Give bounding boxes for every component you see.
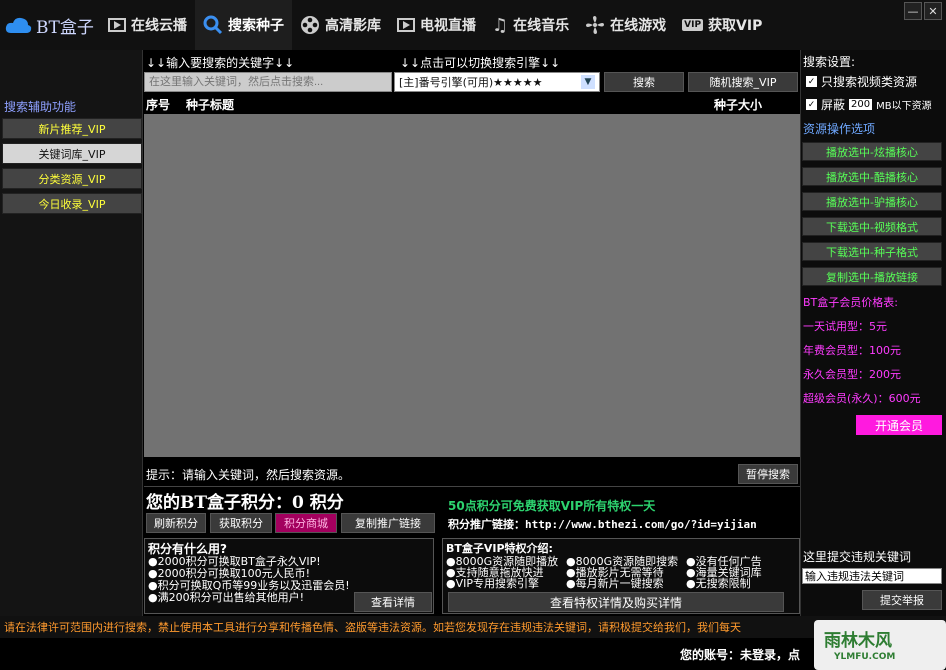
nav-cloud-play[interactable]: 在线云播 [100, 0, 195, 50]
play-xuanbo-button[interactable]: 播放选中-炫播核心 [802, 142, 942, 161]
cloud-icon [5, 17, 32, 33]
search-hint-left: ↓↓输入要搜索的关键字↓↓ [146, 56, 295, 70]
film-reel-icon [301, 16, 319, 34]
play-icon [108, 18, 126, 32]
music-icon: ♫ [492, 14, 509, 36]
keyword-library-button[interactable]: 关键词库_VIP [2, 143, 142, 164]
left-panel-title: 搜索辅助功能 [4, 100, 77, 114]
option-video-only[interactable]: ✓ 只搜索视频类资源 [806, 73, 917, 90]
today-collected-button[interactable]: 今日收录_VIP [2, 193, 142, 214]
vip-icon: VIP [682, 19, 704, 31]
refresh-points-button[interactable]: 刷新积分 [146, 513, 206, 533]
vip-info-grid: ●8000G资源随即播放 ●8000G资源随即搜索 ●没有任何广告 ●支持随意拖… [446, 555, 762, 590]
promo-link: 积分推广链接：http://www.bthezi.com/go/?id=yiji… [448, 518, 757, 531]
main-nav: 在线云播 搜索种子 高清影库 电视直播 ♫ 在线音乐 在线游戏 VIP 获取VIP [100, 0, 770, 50]
search-icon [203, 15, 223, 35]
col-index: 序号 [146, 97, 171, 112]
price-item: 一天试用型：5元 [803, 320, 887, 333]
points-label: 您的BT盒子积分：0 积分 [146, 493, 344, 513]
settings-title: 搜索设置: [803, 55, 856, 69]
open-membership-button[interactable]: 开通会员 [856, 415, 942, 435]
tv-icon [397, 18, 415, 32]
checkbox-icon[interactable]: ✓ [806, 99, 817, 110]
copy-promo-link-button[interactable]: 复制推广链接 [341, 513, 435, 533]
vip-details-button[interactable]: 查看特权详情及购买详情 [448, 592, 784, 612]
nav-hd-library[interactable]: 高清影库 [292, 0, 389, 50]
minimize-button[interactable]: — [904, 2, 922, 20]
table-header: 序号 种子标题 种子大小 [144, 94, 800, 114]
status-hint: 提示：请输入关键词，然后搜索资源。 [146, 468, 351, 482]
results-table[interactable]: 序号 种子标题 种子大小 [144, 94, 800, 457]
new-films-button[interactable]: 新片推荐_VIP [2, 118, 142, 139]
download-seed-button[interactable]: 下载选中-种子格式 [802, 242, 942, 261]
watermark-url: YLMFU.COM [834, 652, 896, 662]
option-block-size[interactable]: ✓ 屏蔽 200 MB以下资源 [806, 96, 932, 113]
nav-online-music[interactable]: ♫ 在线音乐 [484, 0, 577, 50]
watermark-text: 雨林木风 [824, 631, 892, 651]
nav-search-seed[interactable]: 搜索种子 [195, 0, 292, 50]
account-status[interactable]: 您的账号：未登录，点 [680, 646, 800, 663]
search-button[interactable]: 搜索 [604, 72, 684, 92]
points-info-list: ●2000积分可换取BT盒子永久VIP! ●2000积分可换取100元人民币! … [148, 555, 350, 604]
points-promo: 50点积分可免费获取VIP所有特权一天 [448, 499, 656, 513]
play-kubo-button[interactable]: 播放选中-酷播核心 [802, 167, 942, 186]
size-threshold-input[interactable]: 200 [849, 99, 873, 110]
nav-tv-live[interactable]: 电视直播 [389, 0, 484, 50]
price-title: BT盒子会员价格表: [803, 296, 898, 309]
play-lvbo-button[interactable]: 播放选中-驴播核心 [802, 192, 942, 211]
col-size: 种子大小 [714, 97, 763, 112]
nav-get-vip[interactable]: VIP 获取VIP [674, 0, 770, 50]
price-item: 超级会员(永久)：600元 [803, 392, 921, 405]
report-input[interactable] [802, 568, 942, 584]
watermark: 雨林木风 YLMFU.COM [814, 620, 946, 670]
footer-notice: 请在法律许可范围内进行搜索，禁止使用本工具进行分享和传播色情、盗版等违法资源。如… [0, 616, 946, 638]
col-title: 种子标题 [186, 97, 235, 112]
divider [144, 486, 800, 487]
engine-select[interactable]: [主]番号引擎(可用)★★★★★ ▼ [394, 72, 600, 92]
view-details-button[interactable]: 查看详情 [354, 592, 432, 612]
download-video-button[interactable]: 下载选中-视频格式 [802, 217, 942, 236]
search-input[interactable] [144, 72, 392, 92]
points-mall-button[interactable]: 积分商城 [275, 513, 337, 533]
app-logo: BT盒子 [4, 8, 94, 42]
price-item: 年费会员型：100元 [803, 344, 901, 357]
window-controls: — ✕ [904, 2, 942, 20]
checkbox-icon[interactable]: ✓ [806, 76, 817, 87]
price-item: 永久会员型：200元 [803, 368, 901, 381]
random-search-button[interactable]: 随机搜索_VIP [688, 72, 798, 92]
fan-icon [586, 16, 605, 34]
chevron-down-icon: ▼ [581, 75, 595, 89]
logo-text: BT盒子 [36, 17, 94, 38]
submit-report-button[interactable]: 提交举报 [862, 590, 942, 610]
category-resources-button[interactable]: 分类资源_VIP [2, 168, 142, 189]
close-button[interactable]: ✕ [924, 2, 942, 20]
ops-title: 资源操作选项 [803, 122, 876, 136]
copy-link-button[interactable]: 复制选中-播放链接 [802, 267, 942, 286]
nav-online-games[interactable]: 在线游戏 [577, 0, 674, 50]
get-points-button[interactable]: 获取积分 [210, 513, 272, 533]
search-hint-right: ↓↓点击可以切换搜索引擎↓↓ [400, 56, 561, 70]
report-title: 这里提交违规关键词 [803, 550, 912, 564]
pause-search-button[interactable]: 暂停搜索 [738, 464, 798, 484]
vip-info-title: BT盒子VIP特权介绍: [446, 542, 553, 555]
